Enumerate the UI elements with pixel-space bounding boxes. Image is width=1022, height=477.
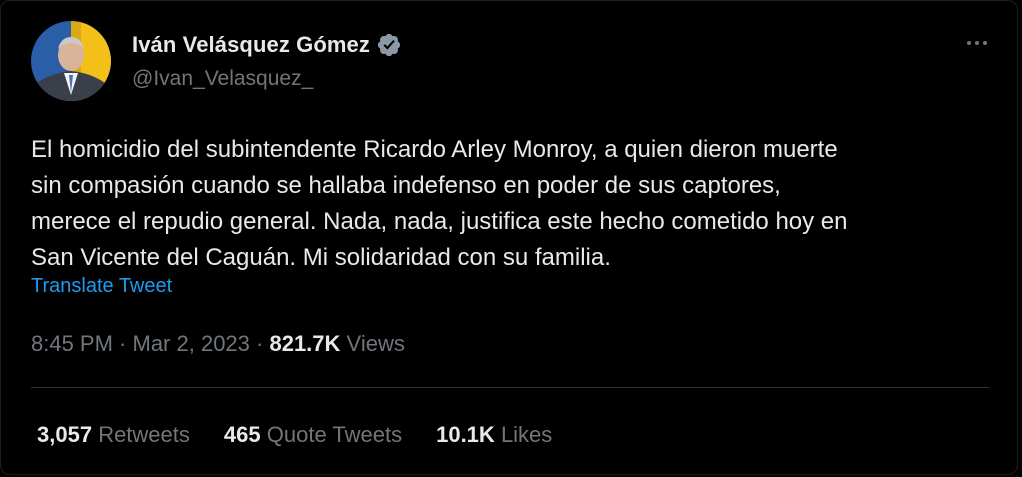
retweets-label: Retweets [98, 422, 190, 447]
tweet-meta: 8:45 PM · Mar 2, 2023 · 821.7K Views [31, 331, 405, 357]
views-count: 821.7K [269, 331, 341, 356]
translate-tweet-link[interactable]: Translate Tweet [31, 275, 172, 298]
meta-separator: · [112, 331, 133, 356]
avatar[interactable] [31, 21, 111, 101]
views-label: Views [346, 331, 405, 356]
tweet-card: Iván Velásquez Gómez @Ivan_Velasquez_ El… [0, 0, 1018, 475]
retweets-count: 3,057 [37, 422, 93, 447]
quotes-label: Quote Tweets [266, 422, 403, 447]
likes-stat[interactable]: 10.1K Likes [436, 422, 552, 448]
quotes-count: 465 [223, 422, 261, 447]
divider [31, 387, 989, 388]
quote-tweets-stat[interactable]: 465 Quote Tweets [224, 422, 402, 448]
more-options-icon[interactable] [959, 31, 995, 55]
name-row: Iván Velásquez Gómez [132, 29, 402, 61]
handle[interactable]: @Ivan_Velasquez_ [132, 67, 313, 91]
display-name[interactable]: Iván Velásquez Gómez [132, 32, 370, 58]
likes-label: Likes [500, 422, 553, 447]
engagement-stats: 3,057 Retweets 465 Quote Tweets 10.1K Li… [37, 422, 586, 448]
tweet-time[interactable]: 8:45 PM [31, 331, 113, 357]
meta-separator: · [249, 331, 270, 356]
likes-count: 10.1K [436, 422, 495, 447]
retweets-stat[interactable]: 3,057 Retweets [37, 422, 190, 448]
tweet-date[interactable]: Mar 2, 2023 [133, 331, 250, 357]
tweet-text: El homicidio del subintendente Ricardo A… [31, 136, 848, 271]
verified-badge-icon [376, 32, 402, 58]
